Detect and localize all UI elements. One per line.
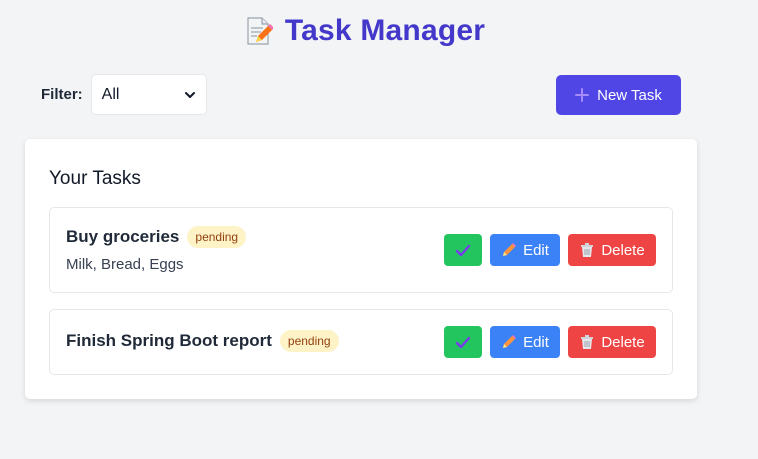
task-title: Buy groceries <box>66 227 180 246</box>
filter-select[interactable]: All <box>90 74 207 115</box>
edit-label: Edit <box>523 241 549 259</box>
complete-button[interactable] <box>444 326 482 358</box>
task-actions: Edit Delete <box>444 326 656 358</box>
header: Task Manager <box>0 14 728 48</box>
edit-label: Edit <box>523 333 549 351</box>
tasks-panel: Your Tasks Buy groceries pending Milk, B… <box>25 139 697 399</box>
edit-button[interactable]: Edit <box>490 234 560 266</box>
pencil-icon <box>503 335 517 348</box>
task-item: Finish Spring Boot report pending Edit D… <box>49 309 673 375</box>
new-task-button[interactable]: New Task <box>556 75 681 115</box>
task-actions: Edit Delete <box>444 234 656 266</box>
edit-button[interactable]: Edit <box>490 326 560 358</box>
delete-label: Delete <box>601 333 645 351</box>
new-task-label: New Task <box>597 86 662 104</box>
trash-icon <box>581 243 594 257</box>
trash-icon <box>581 335 594 349</box>
plus-icon <box>575 88 590 102</box>
memo-icon <box>247 17 273 45</box>
delete-label: Delete <box>601 241 645 259</box>
filter-selected-value: All <box>101 85 120 103</box>
complete-button[interactable] <box>444 234 482 266</box>
checkmark-icon <box>455 336 471 349</box>
chevron-down-icon <box>184 91 195 98</box>
filter-bar: Filter: All <box>41 74 207 115</box>
delete-button[interactable]: Delete <box>568 234 656 266</box>
status-badge: pending <box>187 226 247 248</box>
delete-button[interactable]: Delete <box>568 326 656 358</box>
page-title: Task Manager <box>284 14 486 47</box>
task-description: Milk, Bread, Eggs <box>66 256 184 273</box>
tasks-panel-title: Your Tasks <box>49 168 141 189</box>
pencil-icon <box>503 243 517 256</box>
status-badge: pending <box>279 330 339 352</box>
checkmark-icon <box>455 244 471 257</box>
filter-label: Filter: <box>41 86 83 103</box>
task-title: Finish Spring Boot report <box>66 331 272 350</box>
task-item: Buy groceries pending Milk, Bread, Eggs … <box>49 207 673 293</box>
